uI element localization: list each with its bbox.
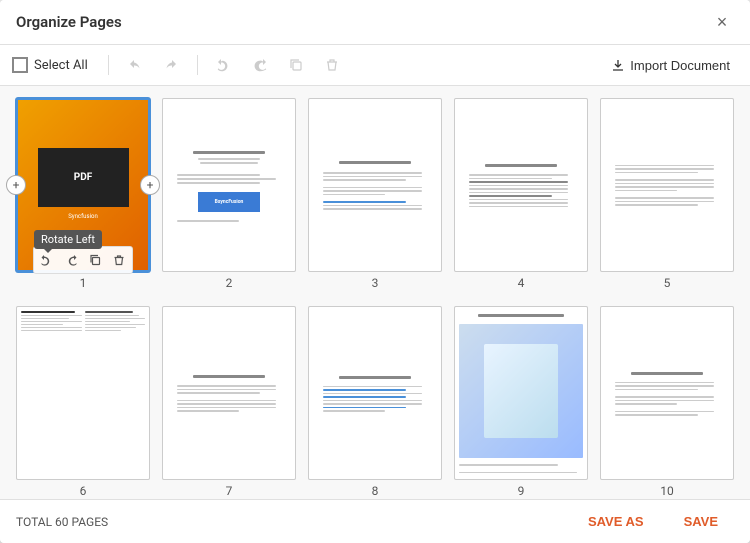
page-thumb-wrapper-4 [454, 98, 588, 272]
page-number-4: 4 [518, 276, 525, 290]
page-item[interactable]: 7 [162, 306, 296, 498]
page-thumb-4[interactable] [454, 98, 588, 272]
add-after-button-1[interactable]: + [140, 175, 160, 195]
page-actions-1: Rotate Left [33, 246, 133, 274]
page-thumb-8[interactable] [308, 306, 442, 480]
page-number-10: 10 [660, 484, 674, 498]
dialog-title: Organize Pages [16, 13, 122, 31]
toolbar-divider-1 [108, 55, 109, 75]
page-rotate-right-button[interactable] [60, 249, 82, 271]
organize-pages-dialog: Organize Pages × Select All Impor [0, 0, 750, 543]
pages-container: + PDF Syncfusion + Rotate Left [0, 86, 750, 499]
page-thumb-7[interactable] [162, 306, 296, 480]
page-number-7: 7 [226, 484, 233, 498]
page-number-3: 3 [372, 276, 379, 290]
page-item[interactable]: 5 [600, 98, 734, 290]
dialog-footer: TOTAL 60 PAGES SAVE AS SAVE [0, 499, 750, 543]
page-thumb-wrapper-6 [16, 306, 150, 480]
page-thumb-2[interactable]: BsyncFusion [162, 98, 296, 272]
toolbar: Select All Import Document [0, 45, 750, 86]
page-thumb-10[interactable] [600, 306, 734, 480]
footer-buttons: SAVE AS SAVE [572, 508, 734, 535]
page-copy-button[interactable] [84, 249, 106, 271]
select-all-checkbox[interactable] [12, 57, 28, 73]
page-number-9: 9 [518, 484, 525, 498]
page-thumb-wrapper-7 [162, 306, 296, 480]
page-thumb-9[interactable] [454, 306, 588, 480]
dialog-header: Organize Pages × [0, 0, 750, 45]
page-thumb-3[interactable] [308, 98, 442, 272]
redo-button[interactable] [157, 51, 185, 79]
page-thumb-5[interactable] [600, 98, 734, 272]
page-rotate-left-button[interactable] [36, 249, 58, 271]
select-all-area: Select All [12, 57, 88, 73]
page-thumb-wrapper-1: + PDF Syncfusion + Rotate Left [16, 98, 150, 272]
close-button[interactable]: × [710, 10, 734, 34]
pages-grid: + PDF Syncfusion + Rotate Left [16, 98, 734, 499]
page-number-8: 8 [372, 484, 379, 498]
page-item[interactable]: 3 [308, 98, 442, 290]
page-item[interactable]: 10 [600, 306, 734, 498]
page-item[interactable]: 9 [454, 306, 588, 498]
toolbar-divider-2 [197, 55, 198, 75]
page-item[interactable]: 4 [454, 98, 588, 290]
page-thumb-wrapper-3 [308, 98, 442, 272]
page-thumb-wrapper-8 [308, 306, 442, 480]
page-thumb-wrapper-2: BsyncFusion [162, 98, 296, 272]
page-item[interactable]: + PDF Syncfusion + Rotate Left [16, 98, 150, 290]
page-number-1: 1 [80, 276, 87, 290]
import-document-button[interactable]: Import Document [603, 54, 738, 77]
page-thumb-wrapper-10 [600, 306, 734, 480]
page-number-6: 6 [80, 484, 87, 498]
add-before-button-1[interactable]: + [6, 175, 26, 195]
page-item[interactable]: 6 [16, 306, 150, 498]
save-button[interactable]: SAVE [668, 508, 734, 535]
select-all-label[interactable]: Select All [34, 58, 88, 73]
save-as-button[interactable]: SAVE AS [572, 508, 660, 535]
delete-toolbar-button[interactable] [318, 51, 346, 79]
page-thumb-wrapper-5 [600, 98, 734, 272]
rotate-right-toolbar-button[interactable] [246, 51, 274, 79]
page-thumb-6[interactable] [16, 306, 150, 480]
copy-toolbar-button[interactable] [282, 51, 310, 79]
page-number-2: 2 [226, 276, 233, 290]
page-item[interactable]: BsyncFusion 2 [162, 98, 296, 290]
import-label: Import Document [630, 58, 730, 73]
page-delete-button[interactable] [108, 249, 130, 271]
page-thumb-wrapper-9 [454, 306, 588, 480]
total-pages-label: TOTAL 60 PAGES [16, 515, 108, 529]
page-item[interactable]: 8 [308, 306, 442, 498]
undo-button[interactable] [121, 51, 149, 79]
page-number-5: 5 [664, 276, 671, 290]
rotate-left-toolbar-button[interactable] [210, 51, 238, 79]
